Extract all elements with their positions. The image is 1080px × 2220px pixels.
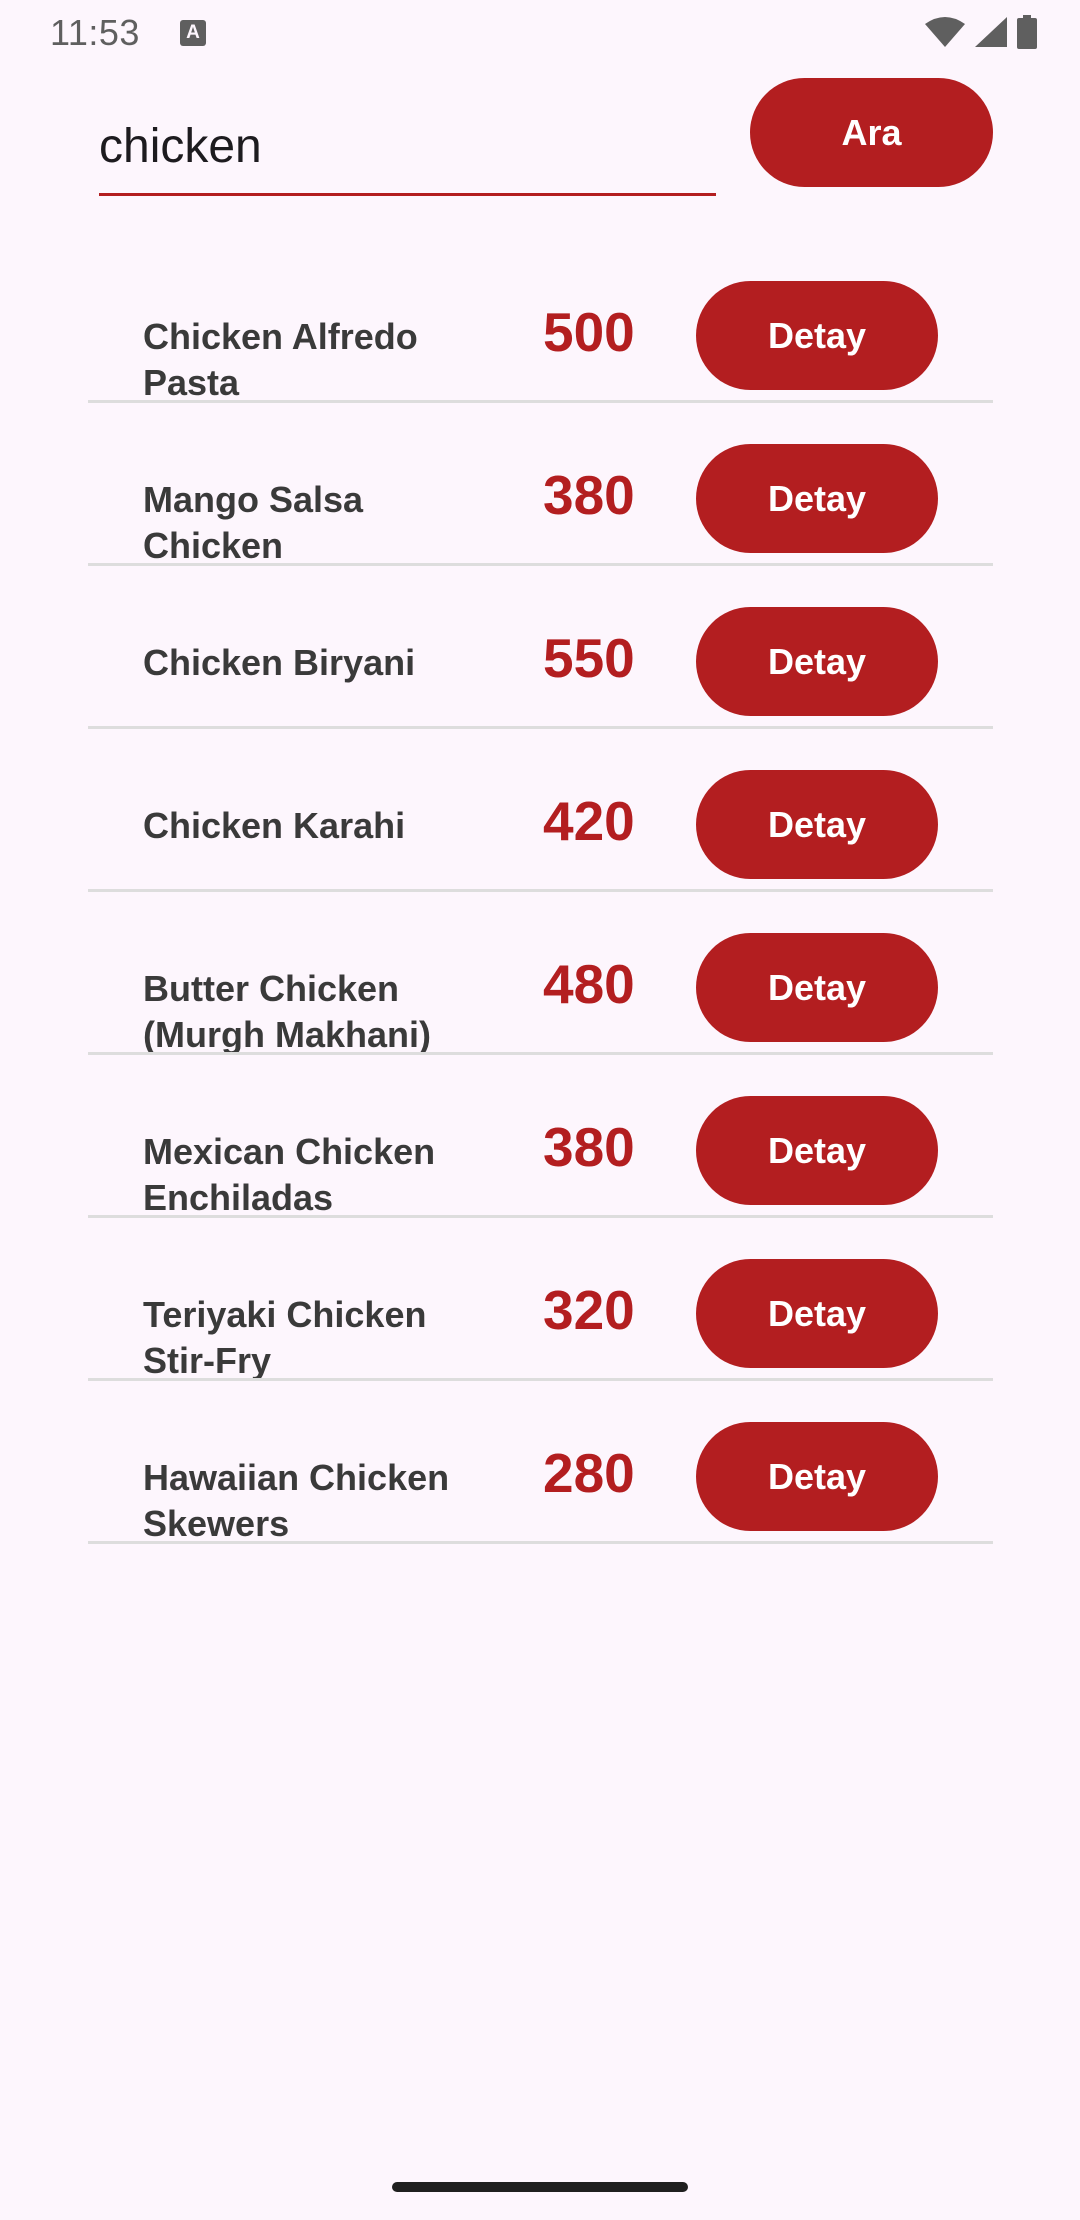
detail-button[interactable]: Detay <box>696 933 938 1042</box>
list-item: Chicken Karahi 420 Detay <box>88 729 993 892</box>
status-time: 11:53 <box>50 12 140 53</box>
item-price: 380 <box>543 464 635 526</box>
battery-icon <box>1017 15 1037 49</box>
detail-button[interactable]: Detay <box>696 444 938 553</box>
detail-button[interactable]: Detay <box>696 281 938 390</box>
a-icon: A <box>180 20 206 46</box>
item-name: Chicken Alfredo Pasta <box>143 316 418 400</box>
search-input[interactable] <box>99 100 716 196</box>
list-item: Butter Chicken (Murgh Makhani) 480 Detay <box>88 892 993 1055</box>
gesture-navigation-bar[interactable] <box>392 2182 688 2192</box>
list-item: Teriyaki Chicken Stir-Fry 320 Detay <box>88 1218 993 1381</box>
results-list: Chicken Alfredo Pasta 500 Detay Mango Sa… <box>88 240 993 1544</box>
detail-button[interactable]: Detay <box>696 770 938 879</box>
detail-button[interactable]: Detay <box>696 1096 938 1205</box>
list-item: Mexican Chicken Enchiladas 380 Detay <box>88 1055 993 1218</box>
item-price: 420 <box>543 790 635 852</box>
search-button[interactable]: Ara <box>750 78 993 187</box>
item-price: 380 <box>543 1116 635 1178</box>
list-item: Chicken Alfredo Pasta 500 Detay <box>88 240 993 403</box>
detail-button[interactable]: Detay <box>696 1422 938 1531</box>
status-bar: 11:53 A <box>0 0 1080 66</box>
list-item: Mango Salsa Chicken 380 Detay <box>88 403 993 566</box>
status-icons <box>924 14 1038 50</box>
item-price: 280 <box>543 1442 635 1504</box>
item-price: 320 <box>543 1279 635 1341</box>
item-price: 500 <box>543 301 635 363</box>
item-name: Chicken Karahi <box>143 805 406 846</box>
item-name: Chicken Biryani <box>143 642 416 683</box>
item-price: 550 <box>543 627 635 689</box>
item-price: 480 <box>543 953 635 1015</box>
signal-icon <box>975 17 1007 47</box>
item-name: Hawaiian Chicken Skewers <box>143 1457 450 1541</box>
list-item: Chicken Biryani 550 Detay <box>88 566 993 729</box>
item-name: Mango Salsa Chicken <box>143 479 364 563</box>
detail-button[interactable]: Detay <box>696 1259 938 1368</box>
list-item: Hawaiian Chicken Skewers 280 Detay <box>88 1381 993 1544</box>
item-name: Butter Chicken (Murgh Makhani) <box>143 968 431 1052</box>
item-name: Mexican Chicken Enchiladas <box>143 1131 436 1215</box>
wifi-icon <box>925 17 965 47</box>
item-name: Teriyaki Chicken Stir-Fry <box>143 1294 427 1378</box>
detail-button[interactable]: Detay <box>696 607 938 716</box>
